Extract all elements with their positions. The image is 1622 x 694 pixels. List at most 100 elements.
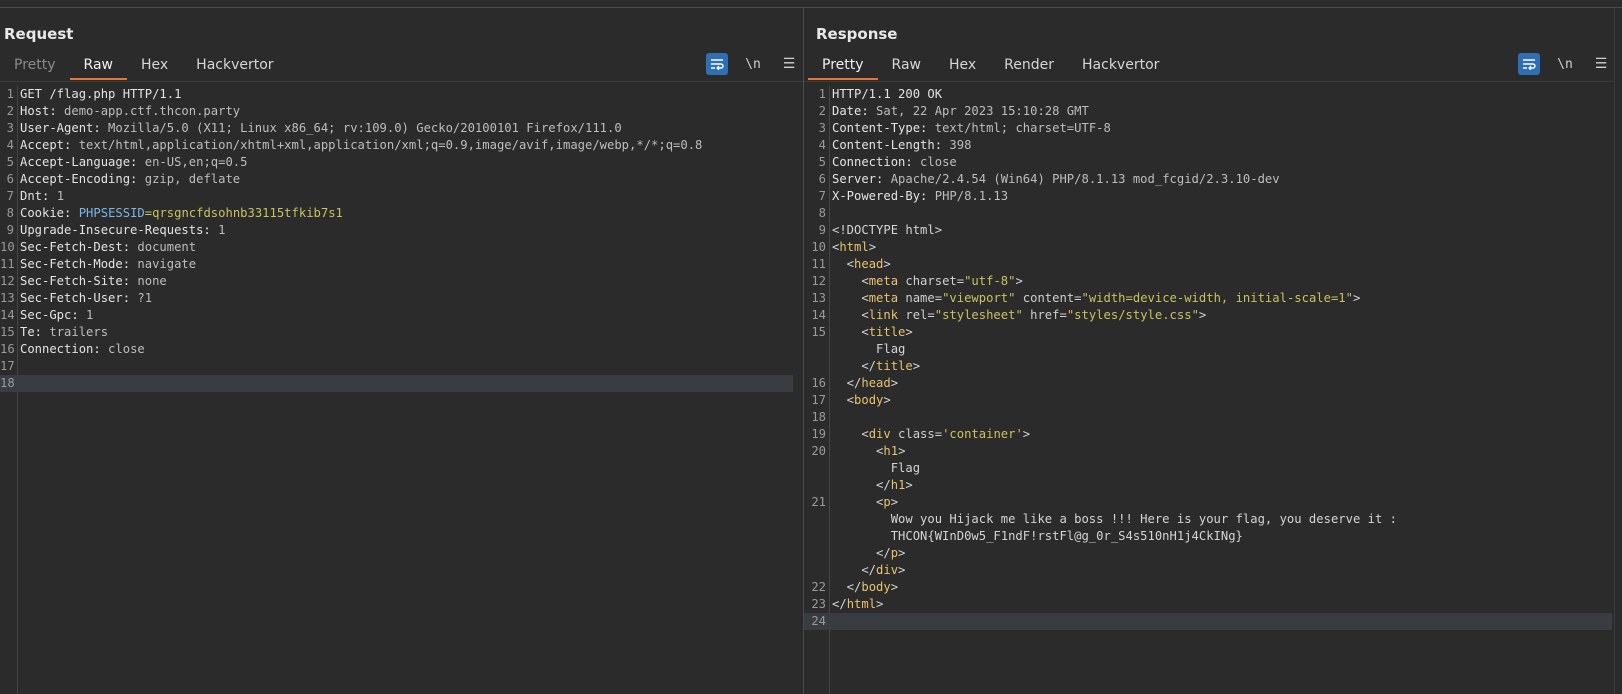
code-text: </ xyxy=(832,359,877,373)
line-number: 3 xyxy=(6,121,14,135)
code-text: > xyxy=(898,546,906,560)
line-number: 1 xyxy=(818,87,826,101)
code-text: < xyxy=(832,274,869,288)
vertical-scrollbar[interactable] xyxy=(1614,8,1622,694)
response-line: 24 xyxy=(804,613,1612,630)
request-editor[interactable]: 1 GET /flag.php HTTP/1.1 2 Host: demo-app.c… xyxy=(0,86,803,694)
request-menu-icon[interactable]: ☰ xyxy=(778,53,800,75)
html-tag: p xyxy=(890,546,899,560)
line-text: <!DOCTYPE html> xyxy=(832,222,942,239)
line-text: <div class='container'> xyxy=(832,426,1030,443)
line-text: </p> xyxy=(832,545,905,562)
line-text: Date: Sat, 22 Apr 2023 15:10:28 GMT xyxy=(832,103,1089,120)
response-line: </h1> xyxy=(804,477,1612,494)
request-tab-hackvertor[interactable]: Hackvertor xyxy=(182,52,287,78)
code-text: > xyxy=(898,563,906,577)
response-line: Flag xyxy=(804,460,1612,477)
response-line: 2 Date: Sat, 22 Apr 2023 15:10:28 GMT xyxy=(804,103,1612,120)
line-text: Connection: close xyxy=(832,154,957,171)
response-line: </title> xyxy=(804,358,1612,375)
html-tag: meta xyxy=(868,291,899,305)
response-tab-pretty[interactable]: Pretty xyxy=(808,52,878,80)
response-line: 22 </body> xyxy=(804,579,1612,596)
response-code[interactable]: 1 HTTP/1.1 200 OK 2 Date: Sat, 22 Apr 2023 … xyxy=(804,86,1612,630)
request-line: 7 Dnt: 1 xyxy=(0,188,793,205)
header-name: Sec-Fetch-Site: xyxy=(20,274,131,288)
response-line: 13 <meta name="viewport" content="width=… xyxy=(804,290,1612,307)
code-text: > xyxy=(1353,291,1361,305)
html-tag: div xyxy=(868,427,891,441)
request-tab-raw[interactable]: Raw xyxy=(69,52,127,80)
line-number: 10 xyxy=(0,240,15,254)
line-text: Sec-Fetch-Mode: navigate xyxy=(20,256,196,273)
code-text: < xyxy=(832,291,869,305)
response-line: 7 X-Powered-By: PHP/8.1.13 xyxy=(804,188,1612,205)
response-editor[interactable]: 1 HTTP/1.1 200 OK 2 Date: Sat, 22 Apr 2023 … xyxy=(804,86,1622,694)
line-number: 5 xyxy=(818,155,826,169)
line-text: Te: trailers xyxy=(20,324,108,341)
request-divider xyxy=(0,81,803,82)
line-number: 8 xyxy=(818,206,826,220)
html-tag: h1 xyxy=(883,444,899,458)
attr-name: class= xyxy=(890,427,943,441)
line-text: <head> xyxy=(832,256,891,273)
response-line: THCON{WInD0w5_F1ndF!rstFl@g_0r_S4s510nH1… xyxy=(804,528,1612,545)
code-text: > xyxy=(890,376,899,390)
line-text: X-Powered-By: PHP/8.1.13 xyxy=(832,188,1008,205)
request-toolbar: \n ☰ xyxy=(706,53,800,75)
code-text: < xyxy=(832,427,869,441)
request-tab-pretty[interactable]: Pretty xyxy=(0,52,70,78)
attr-value: "stylesheet" xyxy=(934,308,1023,322)
code-text: > xyxy=(883,393,891,407)
response-line: 9 <!DOCTYPE html> xyxy=(804,222,1612,239)
request-line: 4 Accept: text/html,application/xhtml+xml… xyxy=(0,137,793,154)
header-value: 1 xyxy=(49,189,65,203)
response-wrap-toggle[interactable] xyxy=(1518,53,1540,75)
code-text: > xyxy=(898,444,906,458)
line-text: Accept-Encoding: gzip, deflate xyxy=(20,171,240,188)
header-name: Sec-Fetch-Dest: xyxy=(20,240,131,254)
header-name: Accept-Language: xyxy=(20,155,138,169)
response-tab-raw[interactable]: Raw xyxy=(878,52,935,78)
response-newline-toggle[interactable]: \n xyxy=(1554,53,1576,75)
response-line: 10 <html> xyxy=(804,239,1612,256)
html-tag: p xyxy=(883,495,891,509)
response-tab-render[interactable]: Render xyxy=(990,52,1068,78)
header-name: X-Powered-By: xyxy=(832,189,928,203)
line-text: THCON{WInD0w5_F1ndF!rstFl@g_0r_S4s510nH1… xyxy=(832,528,1243,545)
line-number: 16 xyxy=(811,376,826,390)
attr-name: rel= xyxy=(898,308,935,322)
code-text: > xyxy=(876,597,884,611)
response-tab-hex[interactable]: Hex xyxy=(935,52,990,78)
response-menu-icon[interactable]: ☰ xyxy=(1590,53,1612,75)
request-tab-hex[interactable]: Hex xyxy=(127,52,182,78)
request-wrap-toggle[interactable] xyxy=(706,53,728,75)
html-tag: h1 xyxy=(890,478,906,492)
attr-value: "viewport" xyxy=(942,291,1016,305)
response-pane: Response Pretty Raw Hex Render Hackvertor \n… xyxy=(804,8,1622,694)
header-name: GET /flag.php HTTP/1.1 xyxy=(20,87,182,101)
header-value: Apache/2.4.54 (Win64) PHP/8.1.13 mod_fcg… xyxy=(883,172,1280,186)
line-text: Sec-Gpc: 1 xyxy=(20,307,93,324)
response-tab-hackvertor[interactable]: Hackvertor xyxy=(1068,52,1173,78)
wrap-icon xyxy=(1523,59,1536,70)
line-number: 11 xyxy=(811,257,826,271)
line-text: Flag xyxy=(832,341,905,358)
line-text: <meta charset="utf-8"> xyxy=(832,273,1022,290)
request-code[interactable]: 1 GET /flag.php HTTP/1.1 2 Host: demo-app.c… xyxy=(0,86,793,392)
response-line: 3 Content-Type: text/html; charset=UTF-8 xyxy=(804,120,1612,137)
code-text: THCON{WInD0w5_F1ndF!rstFl@g_0r_S4s510nH1… xyxy=(832,529,1243,543)
header-name: Accept-Encoding: xyxy=(20,172,138,186)
request-line: 5 Accept-Language: en-US,en;q=0.5 xyxy=(0,154,793,171)
header-name: Date: xyxy=(832,104,869,118)
line-text: Content-Length: 398 xyxy=(832,137,971,154)
request-newline-toggle[interactable]: \n xyxy=(742,53,764,75)
response-line: 15 <title> xyxy=(804,324,1612,341)
line-number: 14 xyxy=(811,308,826,322)
code-text: > xyxy=(890,580,899,594)
line-text: Upgrade-Insecure-Requests: 1 xyxy=(20,222,225,239)
code-text: </ xyxy=(832,478,891,492)
code-text: Flag xyxy=(832,461,921,475)
line-text: User-Agent: Mozilla/5.0 (X11; Linux x86_… xyxy=(20,120,622,137)
line-text: Cookie: PHPSESSID=qrsgncfdsohnb33115tfki… xyxy=(20,205,343,222)
